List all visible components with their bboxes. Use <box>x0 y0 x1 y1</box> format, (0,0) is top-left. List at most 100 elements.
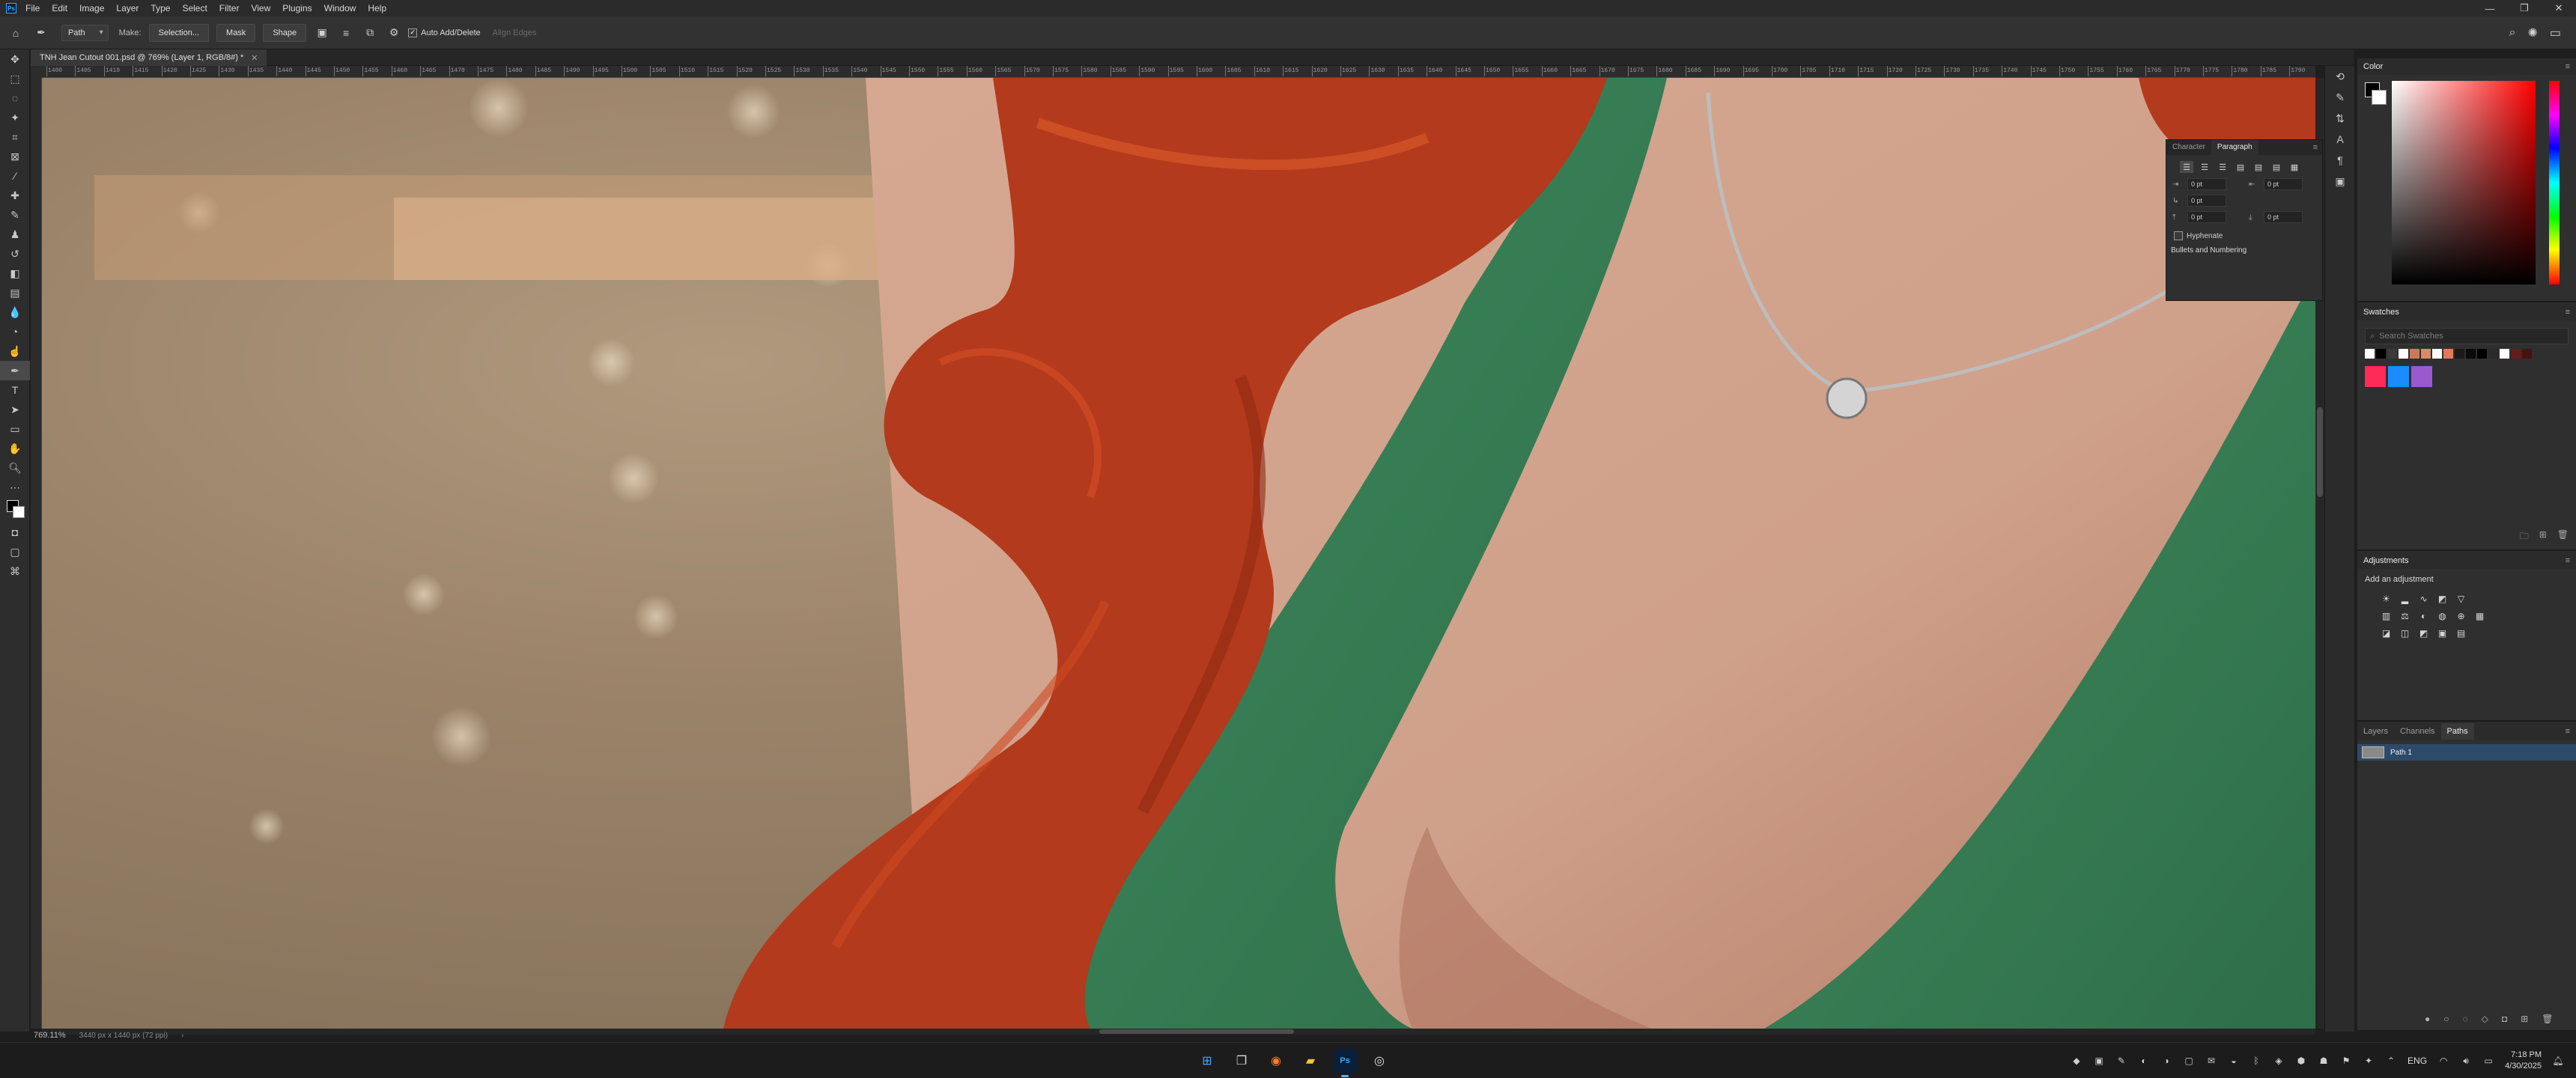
task-view-icon[interactable]: ❐ <box>1230 1049 1254 1073</box>
adjustments-panel-title[interactable]: Adjustments <box>2363 556 2409 565</box>
bluetooth-icon[interactable]: ᛒ <box>2250 1055 2262 1067</box>
make-mask-button[interactable]: Mask <box>216 23 256 42</box>
color-balance-icon[interactable]: ⚖ <box>2399 609 2411 622</box>
maximize-button[interactable]: ❐ <box>2507 0 2542 16</box>
panel-menu-icon[interactable]: ≡ <box>2566 308 2570 317</box>
justify-last-left-icon[interactable]: ▤ <box>2234 161 2247 173</box>
search-icon[interactable]: ⌕ <box>2509 26 2516 40</box>
tray-app-icon[interactable]: ✉ <box>2205 1055 2217 1067</box>
tray-app-icon[interactable]: ⬢ <box>2295 1055 2307 1067</box>
color-swatch[interactable] <box>2365 366 2386 387</box>
wifi-icon[interactable]: ◠ <box>2437 1055 2449 1067</box>
properties-icon[interactable]: ⇅ <box>2325 108 2355 129</box>
path-selection-tool-icon[interactable]: ➤ <box>0 400 30 419</box>
type-tool-icon[interactable]: T <box>0 380 30 400</box>
color-swatch[interactable] <box>2411 366 2432 387</box>
lasso-tool-icon[interactable]: ◌ <box>0 88 30 108</box>
panel-menu-icon[interactable]: ≡ <box>2566 556 2570 565</box>
menu-plugins[interactable]: Plugins <box>276 0 318 16</box>
eraser-tool-icon[interactable]: ◧ <box>0 264 30 283</box>
dodge-tool-icon[interactable]: ◔ <box>0 322 30 341</box>
horizontal-scrollbar[interactable] <box>42 1029 2315 1035</box>
color-swatch[interactable] <box>2500 349 2509 359</box>
color-swatch[interactable] <box>2387 349 2397 359</box>
photoshop-logo-icon[interactable]: Ps <box>3 0 19 16</box>
tray-app-icon[interactable]: ◆ <box>2071 1055 2083 1067</box>
frame-tool-icon[interactable]: ⊠ <box>0 147 30 166</box>
clone-stamp-tool-icon[interactable]: ♟ <box>0 225 30 244</box>
crop-tool-icon[interactable]: ⌗ <box>0 127 30 147</box>
path-list-item[interactable]: Path 1 <box>2357 744 2576 761</box>
marquee-tool-icon[interactable]: ⬚ <box>0 69 30 88</box>
load-as-selection-icon[interactable]: ◌ <box>2463 1014 2468 1024</box>
invert-icon[interactable]: ◪ <box>2380 627 2393 639</box>
photoshop-taskbar-icon[interactable]: Ps <box>1333 1049 1357 1077</box>
align-right-icon[interactable]: ☰ <box>2216 161 2229 173</box>
libraries-icon[interactable]: ▣ <box>2325 171 2355 192</box>
clock[interactable]: 7:18 PM 4/30/2025 <box>2505 1050 2542 1072</box>
menu-layer[interactable]: Layer <box>110 0 145 16</box>
pen-tool-icon[interactable]: ✒ <box>0 361 30 380</box>
levels-icon[interactable]: ▂ <box>2399 592 2411 605</box>
horizontal-ruler[interactable]: 1400 1405 1410 1415 1420 1425 1430 1435 1440 1445… <box>42 66 2315 78</box>
ruler-origin[interactable] <box>31 66 42 78</box>
curves-icon[interactable]: ∿ <box>2417 592 2430 605</box>
tray-app-icon[interactable]: ◑ <box>2160 1055 2172 1067</box>
menu-window[interactable]: Window <box>318 0 362 16</box>
color-swatch[interactable] <box>2455 349 2464 359</box>
gradient-map-icon[interactable]: ▤ <box>2455 627 2467 639</box>
pen-tool-preset-icon[interactable]: ✒ <box>31 23 51 43</box>
color-swatch[interactable] <box>2488 349 2498 359</box>
minimize-button[interactable]: — <box>2473 0 2507 16</box>
swatches-search-input[interactable]: ⌕ Search Swatches <box>2365 328 2569 344</box>
eyedropper-tool-icon[interactable]: ⁄ <box>0 166 30 186</box>
auto-add-delete-checkbox[interactable]: ✓ Auto Add/Delete <box>408 28 481 37</box>
make-shape-button[interactable]: Shape <box>263 23 307 42</box>
menu-edit[interactable]: Edit <box>46 0 73 16</box>
hue-saturation-icon[interactable]: ▥ <box>2380 609 2393 622</box>
brush-settings-icon[interactable]: ✎ <box>2325 87 2355 108</box>
add-mask-icon[interactable]: ◘ <box>2502 1014 2507 1024</box>
color-swatch[interactable] <box>2522 349 2532 359</box>
justify-last-right-icon[interactable]: ▤ <box>2270 161 2283 173</box>
indent-first-line-field[interactable]: 0 pt <box>2187 195 2226 207</box>
paragraph-icon[interactable]: ¶ <box>2325 150 2355 171</box>
workspace-icon[interactable]: ▭ <box>2550 25 2561 40</box>
new-path-icon[interactable]: ⊞ <box>2521 1014 2528 1024</box>
tray-app-icon[interactable]: ◐ <box>2138 1055 2150 1067</box>
color-swatch[interactable] <box>2376 349 2386 359</box>
color-swatch[interactable] <box>2399 349 2408 359</box>
color-panel-title[interactable]: Color <box>2363 62 2383 71</box>
document-canvas[interactable] <box>42 78 2315 1029</box>
tray-app-icon[interactable]: ▣ <box>2093 1055 2105 1067</box>
indent-right-field[interactable]: 0 pt <box>2264 178 2303 190</box>
swatches-panel-title[interactable]: Swatches <box>2363 308 2399 317</box>
brush-tool-icon[interactable]: ✎ <box>0 205 30 225</box>
indent-left-field[interactable]: 0 pt <box>2187 178 2226 190</box>
color-swatch[interactable] <box>2421 349 2431 359</box>
tab-paths[interactable]: Paths <box>2440 723 2474 740</box>
pen-mode-select[interactable]: Path <box>61 24 109 41</box>
align-left-icon[interactable]: ☰ <box>2180 161 2193 173</box>
hand-tool-icon[interactable]: ✋ <box>0 439 30 458</box>
color-swatch[interactable] <box>2388 366 2409 387</box>
brightness-contrast-icon[interactable]: ☀ <box>2380 592 2393 605</box>
document-tab[interactable]: TNH Jean Cutout 001.psd @ 769% (Layer 1,… <box>31 49 267 66</box>
vibrance-icon[interactable]: ▽ <box>2455 592 2467 605</box>
horizontal-scroll-thumb[interactable] <box>1099 1029 1294 1034</box>
justify-last-center-icon[interactable]: ▤ <box>2252 161 2265 173</box>
color-swatch[interactable] <box>2443 349 2453 359</box>
smudge-tool-icon[interactable]: ☝ <box>0 341 30 361</box>
move-tool-icon[interactable]: ✥ <box>0 49 30 69</box>
history-icon[interactable]: ⟲ <box>2325 66 2355 87</box>
file-explorer-icon[interactable]: ▰ <box>1298 1049 1322 1073</box>
justify-all-icon[interactable]: ▦ <box>2288 161 2301 173</box>
color-swatch[interactable] <box>2466 349 2476 359</box>
make-selection-button[interactable]: Selection... <box>148 23 210 42</box>
space-after-field[interactable]: 0 pt <box>2264 211 2303 223</box>
space-before-field[interactable]: 0 pt <box>2187 211 2226 223</box>
status-arrow-icon[interactable]: › <box>181 1032 183 1040</box>
new-swatch-icon[interactable]: ⊞ <box>2539 529 2547 545</box>
tray-app-icon[interactable]: ☗ <box>2318 1055 2330 1067</box>
rectangle-tool-icon[interactable]: ▭ <box>0 419 30 439</box>
